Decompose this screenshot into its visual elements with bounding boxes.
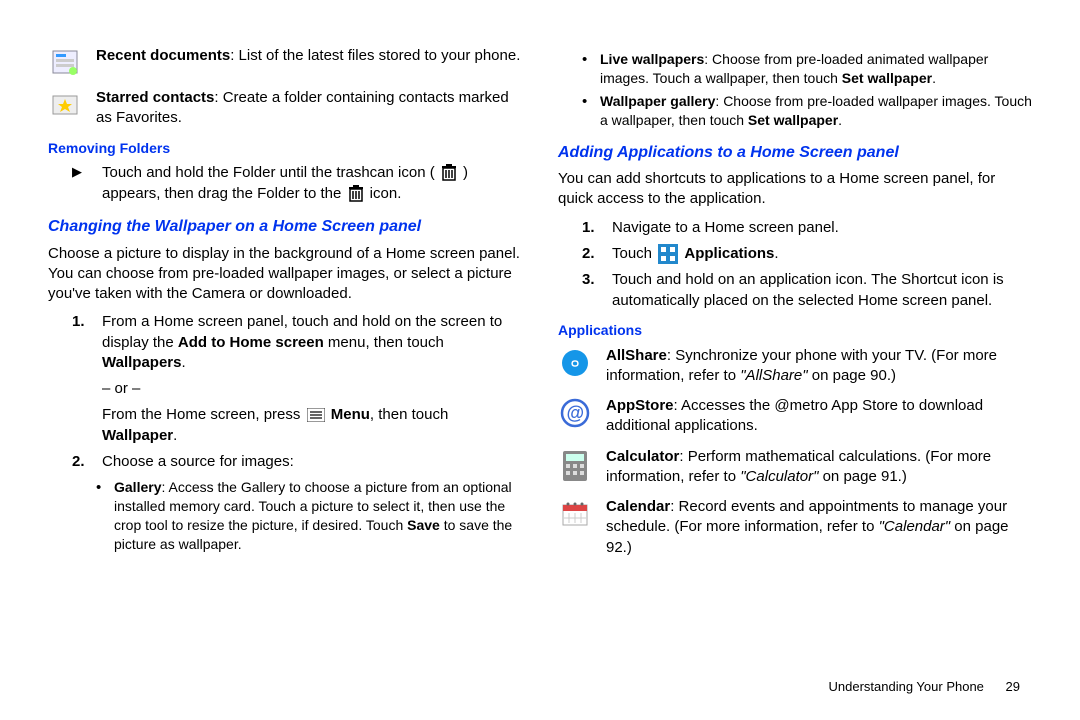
changing-wallpaper-heading: Changing the Wallpaper on a Home Screen …: [48, 216, 522, 238]
recent-documents-icon: [48, 46, 82, 78]
appstore-icon: @: [558, 396, 592, 428]
wallpaper-step-2: 2. Choose a source for images:: [72, 452, 522, 472]
adding-apps-heading: Adding Applications to a Home Screen pan…: [558, 142, 1032, 164]
footer-section: Understanding Your Phone: [829, 679, 984, 694]
document-page: Recent documents: List of the latest fil…: [0, 0, 1080, 720]
appstore-text: AppStore: Accesses the @metro App Store …: [606, 396, 1032, 437]
right-column: • Live wallpapers: Choose from pre-loade…: [558, 46, 1032, 700]
applications-heading: Applications: [558, 321, 1032, 340]
calculator-icon: [558, 447, 592, 483]
calculator-row: Calculator: Perform mathematical calcula…: [558, 447, 1032, 488]
calendar-row: Calendar: Record events and appointments…: [558, 497, 1032, 558]
wallpaper-gallery-bullet: • Wallpaper gallery: Choose from pre-loa…: [582, 92, 1032, 130]
svg-text:@: @: [566, 403, 584, 423]
starred-contacts-icon: [48, 88, 82, 120]
addapps-step-1: 1. Navigate to a Home screen panel.: [582, 218, 1032, 238]
step-arrow-icon: ▶: [72, 163, 92, 204]
bullet-dot-icon: •: [582, 50, 592, 88]
addapps-step-2: 2. Touch Applications.: [582, 244, 1032, 264]
wallpaper-gallery-body: Wallpaper gallery: Choose from pre-loade…: [600, 92, 1032, 130]
bullet-dot-icon: •: [582, 92, 592, 130]
addapps-step-3: 3. Touch and hold on an application icon…: [582, 270, 1032, 311]
removing-folders-step: ▶ Touch and hold the Folder until the tr…: [72, 163, 522, 204]
allshare-row: ㅇ AllShare: Synchronize your phone with …: [558, 346, 1032, 387]
left-column: Recent documents: List of the latest fil…: [48, 46, 522, 700]
live-wallpapers-body: Live wallpapers: Choose from pre-loaded …: [600, 50, 1032, 88]
calendar-text: Calendar: Record events and appointments…: [606, 497, 1032, 558]
recent-documents-text: Recent documents: List of the latest fil…: [96, 46, 522, 66]
gallery-bullet: • Gallery: Access the Gallery to choose …: [96, 478, 522, 554]
step-number: 2.: [582, 244, 602, 264]
trashcan-icon: [441, 163, 457, 183]
calculator-text: Calculator: Perform mathematical calcula…: [606, 447, 1032, 488]
wallpaper-step-1-body: From a Home screen panel, touch and hold…: [102, 312, 522, 446]
footer-page-number: 29: [1006, 679, 1020, 694]
live-wallpapers-bullet: • Live wallpapers: Choose from pre-loade…: [582, 50, 1032, 88]
bullet-dot-icon: •: [96, 478, 106, 554]
recent-documents-label: Recent documents: [96, 47, 230, 64]
allshare-text: AllShare: Synchronize your phone with yo…: [606, 346, 1032, 387]
recent-documents-desc: : List of the latest files stored to you…: [230, 47, 520, 64]
appstore-row: @ AppStore: Accesses the @metro App Stor…: [558, 396, 1032, 437]
wallpaper-step-1: 1. From a Home screen panel, touch and h…: [72, 312, 522, 446]
step-number: 3.: [582, 270, 602, 311]
wallpaper-step-2-body: Choose a source for images:: [102, 452, 522, 472]
starred-contacts-row: Starred contacts: Create a folder contai…: [48, 88, 522, 129]
applications-grid-icon: [658, 244, 678, 264]
recent-documents-row: Recent documents: List of the latest fil…: [48, 46, 522, 78]
step-number: 1.: [582, 218, 602, 238]
or-separator: – or –: [102, 379, 522, 399]
step-number: 2.: [72, 452, 92, 472]
trashcan-icon: [348, 184, 364, 204]
page-footer: Understanding Your Phone 29: [829, 678, 1021, 696]
step-number: 1.: [72, 312, 92, 446]
gallery-bullet-body: Gallery: Access the Gallery to choose a …: [114, 478, 522, 554]
calendar-icon: [558, 497, 592, 529]
removing-folders-body: Touch and hold the Folder until the tras…: [102, 163, 522, 204]
svg-text:ㅇ: ㅇ: [569, 357, 580, 371]
removing-folders-heading: Removing Folders: [48, 139, 522, 158]
allshare-icon: ㅇ: [558, 346, 592, 378]
starred-contacts-label: Starred contacts: [96, 89, 214, 106]
starred-contacts-text: Starred contacts: Create a folder contai…: [96, 88, 522, 129]
adding-apps-intro: You can add shortcuts to applications to…: [558, 169, 1032, 210]
menu-icon: [307, 405, 325, 425]
changing-wallpaper-intro: Choose a picture to display in the backg…: [48, 244, 522, 305]
